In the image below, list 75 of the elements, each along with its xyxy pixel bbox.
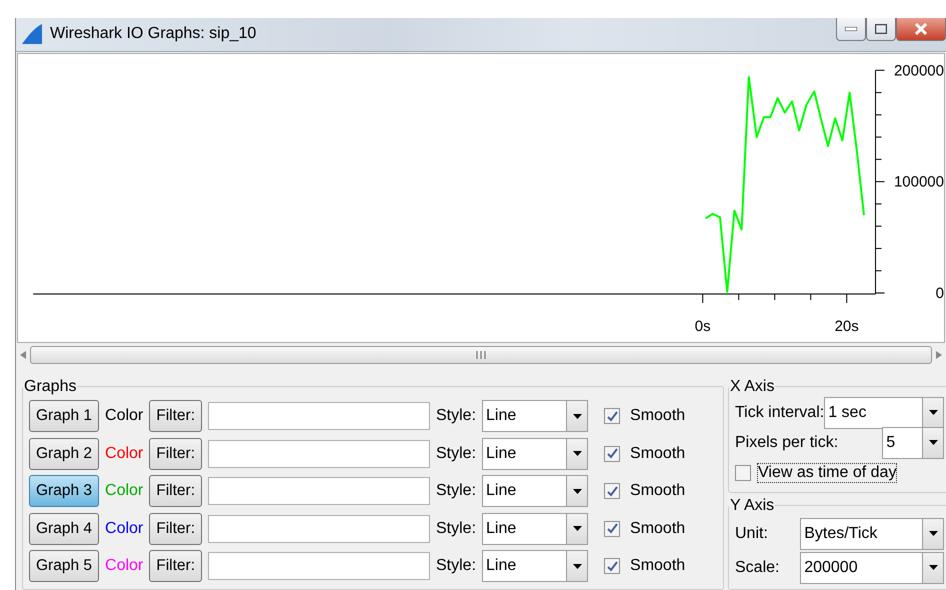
tick-interval-label: Tick interval:: [735, 404, 824, 422]
smooth-label: Smooth: [630, 482, 686, 500]
filter-button[interactable]: Filter:: [149, 475, 202, 508]
time-of-day-checkbox[interactable]: [735, 464, 751, 480]
unit-label: Unit:: [735, 524, 768, 542]
filter-field[interactable]: [208, 477, 430, 506]
smooth-label: Smooth: [630, 520, 686, 538]
filter-field[interactable]: [208, 514, 430, 543]
color-label[interactable]: Color: [105, 520, 144, 538]
filter-button[interactable]: Filter:: [149, 400, 202, 432]
style-label: Style:: [436, 444, 476, 463]
smooth-checkbox[interactable]: [604, 408, 620, 424]
style-label: Style:: [436, 520, 476, 538]
smooth-label: Smooth: [630, 557, 686, 576]
y-tick-label: 0: [936, 284, 944, 302]
maximize-button[interactable]: [866, 18, 896, 41]
filter-field[interactable]: [208, 440, 430, 468]
filter-field[interactable]: [208, 552, 430, 580]
close-button[interactable]: [896, 18, 946, 41]
maximize-icon: [875, 24, 887, 34]
caret-icon: [572, 414, 582, 419]
color-label[interactable]: Color: [105, 444, 144, 463]
style-dropdown[interactable]: Line: [482, 438, 588, 470]
pixels-per-tick-dropdown[interactable]: 5: [882, 426, 944, 458]
smooth-checkbox[interactable]: [604, 520, 620, 537]
filter-button[interactable]: Filter:: [149, 550, 202, 582]
caret-icon: [572, 526, 582, 532]
style-dropdown[interactable]: Line: [482, 400, 588, 432]
filter-field[interactable]: [208, 402, 430, 430]
filter-button[interactable]: Filter:: [149, 512, 202, 545]
style-label: Style:: [436, 482, 476, 500]
y-tick-label: 200000: [894, 62, 944, 79]
style-dropdown[interactable]: Line: [482, 512, 588, 545]
group-title: X Axis: [729, 378, 776, 396]
style-dropdown[interactable]: Line: [482, 475, 588, 508]
filter-button[interactable]: Filter:: [149, 438, 202, 470]
y-tick-label: 100000: [894, 173, 944, 190]
shark-fin-icon: [20, 24, 42, 44]
scale-dropdown[interactable]: 200000: [800, 552, 944, 584]
minimize-button[interactable]: [836, 18, 866, 41]
scroll-right-arrow-icon[interactable]: [936, 350, 942, 358]
style-dropdown[interactable]: Line: [482, 550, 588, 582]
caret-icon: [928, 440, 938, 445]
caret-icon: [572, 564, 582, 569]
close-icon: [915, 23, 927, 35]
caret-icon: [572, 488, 582, 494]
graph-button[interactable]: Graph 1: [29, 400, 100, 432]
time-of-day-label: View as time of day: [757, 462, 898, 482]
scroll-left-arrow-icon[interactable]: [20, 350, 26, 358]
pixels-per-tick-label: Pixels per tick:: [735, 434, 838, 452]
minimize-icon: [845, 27, 857, 31]
tick-interval-dropdown[interactable]: 1 sec: [824, 396, 944, 428]
graph-button[interactable]: Graph 3: [29, 475, 100, 508]
scale-label: Scale:: [735, 558, 780, 576]
graph-button[interactable]: Graph 5: [29, 550, 100, 582]
style-label: Style:: [436, 407, 476, 426]
x-tick-label: 0s: [694, 318, 711, 334]
smooth-label: Smooth: [630, 407, 686, 426]
window-title: Wireshark IO Graphs: sip_10: [50, 25, 258, 44]
smooth-checkbox[interactable]: [604, 558, 620, 574]
group-title: Y Axis: [729, 496, 776, 514]
smooth-checkbox[interactable]: [604, 483, 620, 500]
caret-icon: [928, 531, 938, 536]
smooth-checkbox[interactable]: [604, 446, 620, 462]
caret-icon: [928, 410, 938, 415]
group-title: Graphs: [23, 378, 78, 396]
unit-dropdown[interactable]: Bytes/Tick: [800, 518, 944, 550]
smooth-label: Smooth: [630, 444, 686, 463]
color-label[interactable]: Color: [105, 407, 144, 426]
graph-button[interactable]: Graph 4: [29, 512, 100, 545]
caret-icon: [928, 565, 938, 570]
graph-button[interactable]: Graph 2: [29, 438, 100, 470]
style-label: Style:: [436, 557, 476, 576]
caret-icon: [572, 451, 582, 456]
x-tick-label: 20s: [834, 318, 859, 334]
